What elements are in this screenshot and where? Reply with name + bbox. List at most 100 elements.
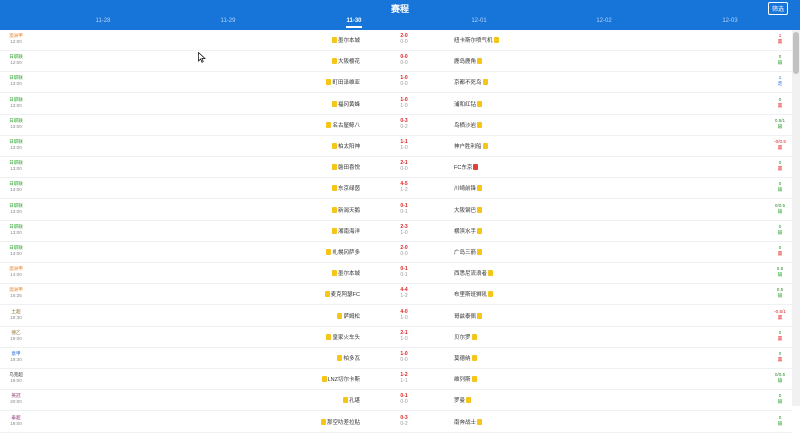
match-row[interactable]: 日职联 13:00 名古屋鲸八 0-3 0-2 鸟栖沙岩 0.5/1 输 (0, 115, 792, 136)
away-team[interactable]: 纽卡斯尔喷气机 (454, 36, 500, 44)
date-tab[interactable]: 11-29 (198, 18, 258, 24)
date-tab[interactable]: 11-28 (73, 18, 133, 24)
scrollbar[interactable] (792, 30, 800, 406)
handicap-outcome: 输 (777, 399, 783, 405)
match-row[interactable]: 日职联 13:00 东京绿茵 4-5 1-2 川崎前锋 0 输 (0, 178, 792, 200)
match-row[interactable]: 澳洲甲 14:00 墨尔本城 0-1 0-1 西悉尼流浪者 0.5 输 (0, 263, 792, 285)
match-row[interactable]: 土超 18:30 萨姆松 4-0 1-0 哥兹泰佩 -0.5/1 赢 (0, 306, 792, 327)
score[interactable]: 1-0 1-0 (392, 97, 416, 109)
half-time-score: 0-0 (400, 81, 408, 88)
match-row[interactable]: 日职联 13:00 磐田喜悦 2-1 0-0 FC东京 0 赢 (0, 157, 792, 179)
score[interactable]: 2-1 0-0 (392, 160, 416, 172)
score[interactable]: 0-3 0-2 (392, 118, 416, 130)
match-row[interactable]: 日职联 13:00 湘南海洋 2-3 1-0 横滨水手 0 输 (0, 221, 792, 242)
match-row[interactable]: 日职联 13:00 町田泽维亚 1-0 0-0 京都不死鸟 1 走 (0, 72, 792, 94)
score[interactable]: 2-0 0-0 (392, 33, 416, 45)
home-team[interactable]: 名古屋鲸八 (325, 121, 360, 129)
home-team[interactable]: 札幌冈萨多 (325, 248, 360, 256)
away-team[interactable]: 川崎前锋 (454, 184, 483, 192)
home-team[interactable]: 新潟天鹅 (331, 206, 360, 214)
score[interactable]: 0-1 0-0 (392, 393, 416, 405)
away-team-name: FC东京 (454, 165, 473, 172)
home-team-name: 东京绿茵 (337, 186, 360, 193)
away-team[interactable]: 浦和红钻 (454, 100, 483, 108)
away-team[interactable]: 鸟栖沙岩 (454, 121, 483, 129)
home-team[interactable]: 墨尔本城 (331, 269, 360, 277)
scrollbar-thumb[interactable] (793, 32, 799, 74)
home-team[interactable]: LNZ切尔卡斯 (321, 375, 360, 383)
score[interactable]: 0-1 0-1 (392, 203, 416, 215)
away-team-name: 莫德纳 (454, 356, 471, 362)
match-row[interactable]: 日职联 13:00 札幌冈萨多 2-0 0-0 广岛三箭 0 赢 (0, 242, 792, 263)
date-tab[interactable]: 11-30 (324, 18, 384, 28)
away-team[interactable]: 神户胜利船 (454, 142, 489, 150)
score[interactable]: 1-0 0-0 (392, 351, 416, 363)
home-team[interactable]: 福冈黄蜂 (331, 100, 360, 108)
away-team[interactable]: 维列斯 (454, 375, 478, 383)
home-team[interactable]: 町田泽维亚 (325, 78, 360, 86)
score[interactable]: 2-1 1-0 (392, 330, 416, 342)
home-team[interactable]: 柏太阳神 (331, 142, 360, 150)
handicap-result: 0赢 (766, 351, 794, 363)
home-team-name: 札幌冈萨多 (332, 250, 360, 256)
match-row[interactable]: 日职联 13:00 新潟天鹅 0-1 0-1 大阪钢巴 0/0.5 输 (0, 200, 792, 221)
match-row[interactable]: 澳洲甲 16:35 麦克阿瑟FC 4-4 1-2 布里斯班狮吼 0.5 输 (0, 284, 792, 306)
match-row[interactable]: 日职联 13:00 福冈黄蜂 1-0 1-0 浦和红钻 0 赢 (0, 94, 792, 115)
away-team[interactable]: 罗曼 (454, 396, 472, 404)
match-row[interactable]: 日职联 13:00 柏太阳神 1-1 1-0 神户胜利船 -0/0.5 赢 (0, 136, 792, 157)
away-team[interactable]: 哥兹泰佩 (454, 312, 483, 320)
score[interactable]: 1-0 0-0 (392, 75, 416, 87)
away-team[interactable]: 贝尔罗 (454, 333, 478, 341)
score[interactable]: 1-1 1-0 (392, 139, 416, 151)
away-team[interactable]: 大阪钢巴 (454, 206, 483, 214)
match-row[interactable]: 德乙 19:00 皇家火车头 2-1 1-0 贝尔罗 0 赢 (0, 327, 792, 348)
home-team[interactable]: 大阪樱花 (331, 57, 360, 65)
home-team[interactable]: 磐田喜悦 (331, 163, 360, 171)
home-team[interactable]: 皇家火车头 (325, 333, 360, 341)
away-team[interactable]: 莫德纳 (454, 354, 478, 362)
date-tab[interactable]: 12-01 (449, 18, 509, 24)
date-tab[interactable]: 12-02 (574, 18, 634, 24)
match-row[interactable]: 澳洲甲 12:00 墨尔本城 2-0 0-0 纽卡斯尔喷气机 1 赢 (0, 30, 792, 51)
home-team[interactable]: 孔堪 (342, 396, 360, 404)
score[interactable]: 4-5 1-2 (392, 181, 416, 193)
half-time-score: 0-2 (400, 420, 408, 427)
date-tab[interactable]: 12-03 (700, 18, 760, 24)
away-team[interactable]: 布里斯班狮吼 (454, 290, 494, 298)
home-team[interactable]: 湘南海洋 (331, 227, 360, 235)
filter-button[interactable]: 筛选 (767, 2, 788, 15)
home-team[interactable]: 墨尔本城 (331, 36, 360, 44)
score[interactable]: 4-0 1-0 (392, 309, 416, 321)
away-team[interactable]: 广岛三箭 (454, 248, 483, 256)
home-team-name: 墨尔本城 (337, 38, 360, 44)
match-row[interactable]: 乌克超 19:00 LNZ切尔卡斯 1-2 1-1 维列斯 0/0.5 输 (0, 369, 792, 391)
score[interactable]: 2-3 1-0 (392, 224, 416, 236)
match-row[interactable]: 英冠 20:00 孔堪 0-1 0-0 罗曼 0 输 (0, 390, 792, 412)
match-row[interactable]: 日职联 12:00 大阪樱花 0-0 0-0 鹿岛鹿角 0 输 (0, 51, 792, 73)
away-team[interactable]: 横滨水手 (454, 227, 483, 235)
score[interactable]: 0-1 0-1 (392, 266, 416, 278)
away-team[interactable]: 鹿岛鹿角 (454, 57, 483, 65)
league-info: 日职联 13:00 (4, 97, 28, 109)
score[interactable]: 1-2 1-1 (392, 372, 416, 384)
score[interactable]: 2-0 0-0 (392, 245, 416, 257)
handicap-outcome: 赢 (777, 357, 783, 362)
score[interactable]: 4-4 1-2 (392, 287, 416, 299)
home-team-name: 柏太阳神 (337, 144, 360, 150)
home-team[interactable]: 帕多瓦 (336, 354, 360, 362)
rank-badge (320, 418, 326, 425)
match-row[interactable]: 泰超 19:00 那空叻差拉贴 0-3 0-2 南奔战士 0 输 (0, 412, 792, 433)
away-team[interactable]: 南奔战士 (454, 418, 483, 426)
match-time: 13:00 (10, 81, 22, 87)
match-row[interactable]: 意甲 19:30 帕多瓦 1-0 0-0 莫德纳 0 赢 (0, 348, 792, 369)
home-team[interactable]: 麦克阿瑟FC (324, 290, 360, 298)
home-team[interactable]: 东京绿茵 (331, 184, 360, 192)
away-team[interactable]: FC东京 (454, 163, 479, 171)
home-team[interactable]: 那空叻差拉贴 (320, 418, 360, 426)
away-team[interactable]: 京都不死鸟 (454, 78, 489, 86)
league-info: 泰超 19:00 (4, 415, 28, 427)
away-team[interactable]: 西悉尼流浪者 (454, 269, 494, 277)
home-team[interactable]: 萨姆松 (336, 312, 360, 320)
score[interactable]: 0-3 0-2 (392, 415, 416, 427)
score[interactable]: 0-0 0-0 (392, 54, 416, 66)
